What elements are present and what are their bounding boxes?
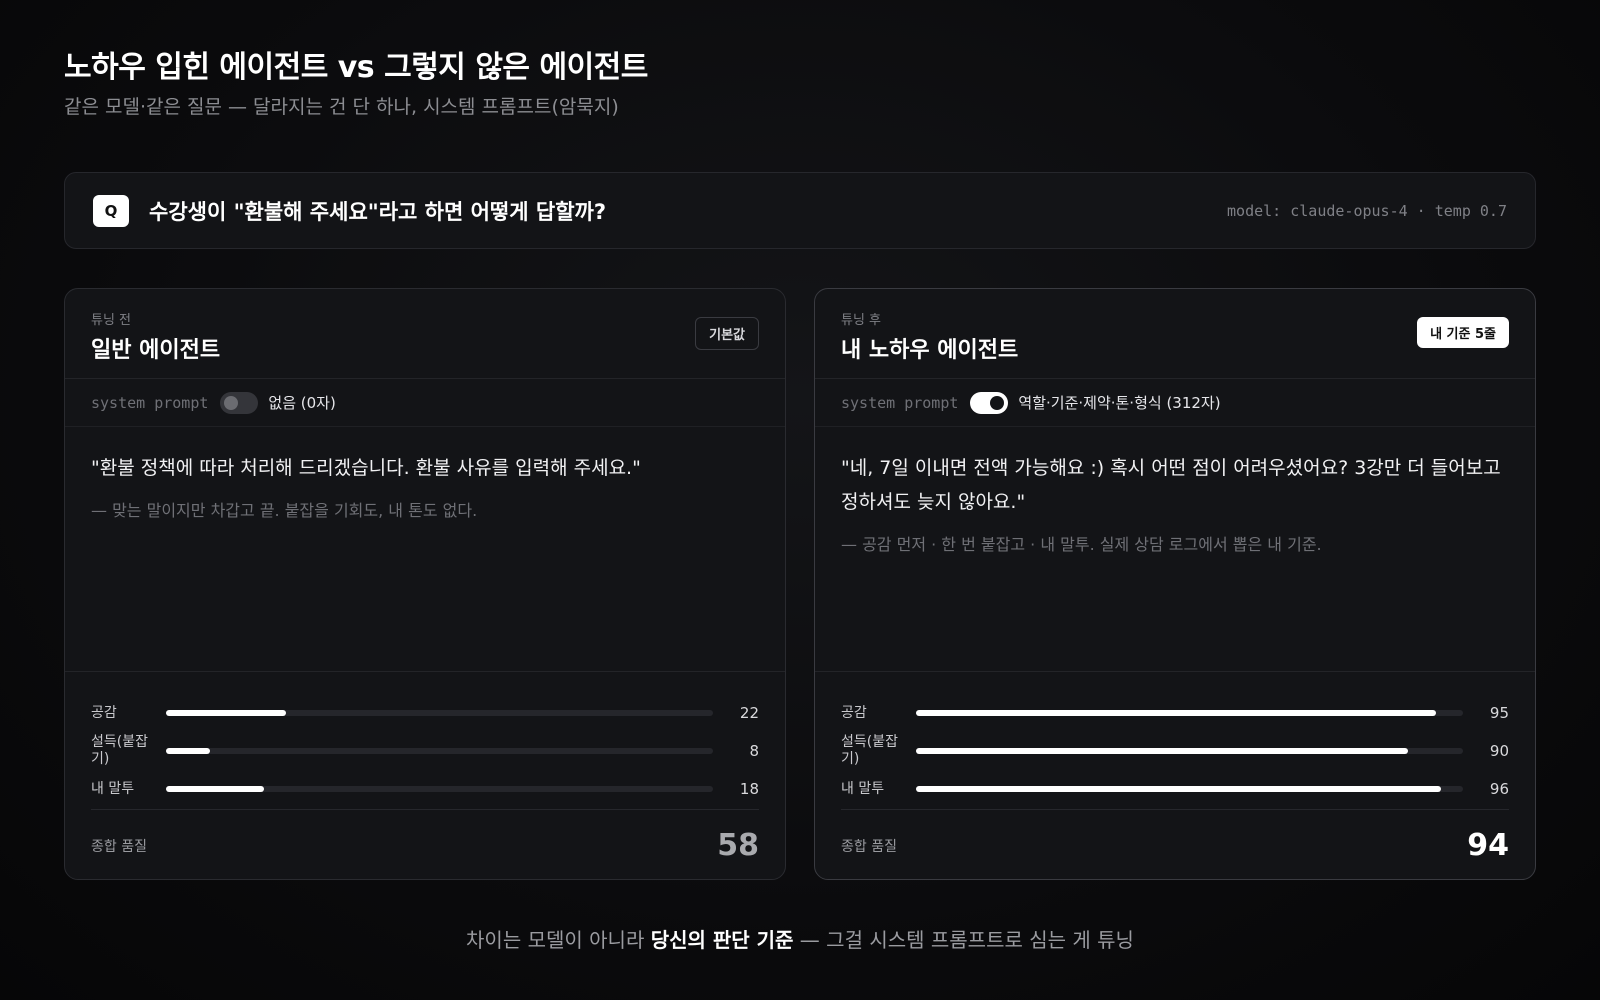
metrics-list: 공감 22 설득(붙잡기) 8 내 말투 18 <box>65 671 785 808</box>
metric-row: 공감 95 <box>841 694 1509 732</box>
system-prompt-toggle[interactable] <box>220 391 259 414</box>
page-title: 노하우 입힌 에이전트 vs 그렇지 않은 에이전트 <box>64 50 648 85</box>
metric-track <box>166 748 713 754</box>
system-prompt-value: 역할·기준·제약·톤·형식 (312자) <box>1018 394 1221 412</box>
model-meta: model: claude-opus-4 · temp 0.7 <box>1227 201 1507 220</box>
total-value: 94 <box>1467 828 1509 863</box>
metric-fill <box>166 710 287 716</box>
metric-label: 내 말투 <box>91 780 135 797</box>
page-subtitle: 같은 모델·같은 질문 — 달라지는 건 단 하나, 시스템 프롬프트(암묵지) <box>64 96 619 118</box>
total-label: 종합 품질 <box>91 838 147 855</box>
system-prompt-toggle[interactable] <box>970 391 1009 414</box>
metric-fill <box>916 710 1436 716</box>
question-bar: Q 수강생이 "환불해 주세요"라고 하면 어떻게 답할까? model: cl… <box>64 172 1536 249</box>
metric-row: 내 말투 18 <box>91 770 759 808</box>
metric-label: 내 말투 <box>841 780 885 797</box>
metric-track <box>916 710 1463 716</box>
card-knowhow-agent: 튜닝 후 내 노하우 에이전트 내 기준 5줄 system prompt 역할… <box>814 288 1536 880</box>
total-value: 58 <box>717 828 759 863</box>
card-header: 튜닝 전 일반 에이전트 기본값 <box>65 289 785 379</box>
metric-fill <box>916 748 1409 754</box>
metric-value: 18 <box>739 780 759 798</box>
metric-value: 90 <box>1489 742 1509 760</box>
card-title: 일반 에이전트 <box>91 338 221 363</box>
total-quality: 종합 품질 58 <box>91 809 759 879</box>
footer-pre: 차이는 모델이 아니라 <box>466 928 651 952</box>
footer-emphasis: 당신의 판단 기준 <box>650 928 794 952</box>
metric-fill <box>166 786 265 792</box>
card-title: 내 노하우 에이전트 <box>841 338 1019 363</box>
metric-label: 설득(붙잡기) <box>841 734 898 767</box>
metric-row: 공감 22 <box>91 694 759 732</box>
page-header: 노하우 입힌 에이전트 vs 그렇지 않은 에이전트 같은 모델·같은 질문 —… <box>64 42 648 119</box>
system-prompt-value: 없음 (0자) <box>268 394 336 412</box>
total-quality: 종합 품질 94 <box>841 809 1509 879</box>
status-badge: 내 기준 5줄 <box>1417 317 1509 348</box>
metric-track <box>916 748 1463 754</box>
metric-track <box>166 710 713 716</box>
metric-value: 8 <box>749 742 759 760</box>
answer-note: — 공감 먼저 · 한 번 붙잡고 · 내 말투. 실제 상담 로그에서 뽑은 … <box>841 535 1322 554</box>
system-prompt-row: system prompt 없음 (0자) <box>65 379 785 427</box>
question-badge: Q <box>93 194 129 227</box>
system-prompt-label: system prompt <box>841 393 959 412</box>
card-tag: 튜닝 후 <box>841 313 882 328</box>
metric-fill <box>916 786 1442 792</box>
metric-track <box>916 786 1463 792</box>
footer-post: — 그걸 시스템 프롬프트로 심는 게 튜닝 <box>793 928 1134 952</box>
system-prompt-label: system prompt <box>91 393 209 412</box>
toggle-knob <box>990 395 1005 410</box>
card-header: 튜닝 후 내 노하우 에이전트 내 기준 5줄 <box>815 289 1535 379</box>
metric-fill <box>166 748 210 754</box>
metrics-list: 공감 95 설득(붙잡기) 90 내 말투 96 <box>815 671 1535 808</box>
answer-quote: "환불 정책에 따라 처리해 드리겠습니다. 환불 사유를 입력해 주세요." <box>91 457 641 479</box>
metric-value: 96 <box>1489 780 1509 798</box>
agent-answer: "환불 정책에 따라 처리해 드리겠습니다. 환불 사유를 입력해 주세요." … <box>65 427 785 667</box>
answer-note: — 맞는 말이지만 차갑고 끝. 붙잡을 기회도, 내 톤도 없다. <box>91 501 478 520</box>
metric-row: 설득(붙잡기) 90 <box>841 732 1509 770</box>
metric-track <box>166 786 713 792</box>
status-badge: 기본값 <box>695 317 759 350</box>
metric-label: 공감 <box>841 704 867 721</box>
metric-value: 22 <box>739 704 759 722</box>
card-tag: 튜닝 전 <box>91 313 132 328</box>
metric-row: 설득(붙잡기) 8 <box>91 732 759 770</box>
metric-row: 내 말투 96 <box>841 770 1509 808</box>
toggle-knob <box>224 395 239 410</box>
answer-quote: "네, 7일 이내면 전액 가능해요 :) 혹시 어떤 점이 어려우셨어요? 3… <box>841 457 1501 513</box>
total-label: 종합 품질 <box>841 838 897 855</box>
question-text: 수강생이 "환불해 주세요"라고 하면 어떻게 답할까? <box>149 199 607 224</box>
agent-answer: "네, 7일 이내면 전액 가능해요 :) 혹시 어떤 점이 어려우셨어요? 3… <box>815 427 1535 667</box>
system-prompt-row: system prompt 역할·기준·제약·톤·형식 (312자) <box>815 379 1535 427</box>
metric-value: 95 <box>1489 704 1509 722</box>
footer-caption: 차이는 모델이 아니라 당신의 판단 기준 — 그걸 시스템 프롬프트로 심는 … <box>0 924 1600 953</box>
card-default-agent: 튜닝 전 일반 에이전트 기본값 system prompt 없음 (0자) "… <box>64 288 786 880</box>
metric-label: 공감 <box>91 704 117 721</box>
metric-label: 설득(붙잡기) <box>91 734 148 767</box>
